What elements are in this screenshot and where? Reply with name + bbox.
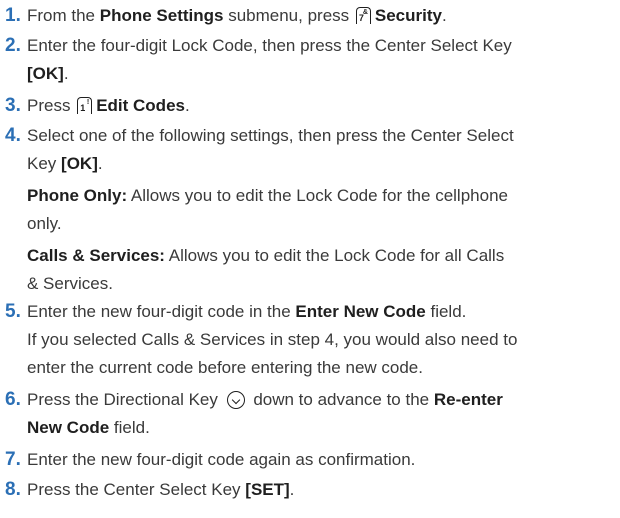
directional-key-down-icon: [226, 391, 245, 409]
option-phone-only-line-2: only.: [27, 214, 62, 233]
step-2-line-1: Enter the four-digit Lock Code, then pre…: [27, 36, 512, 55]
step-7: 7. Enter the new four-digit code again a…: [0, 446, 620, 474]
step-7-line-1: Enter the new four-digit code again as c…: [27, 450, 416, 469]
security-label: Security: [374, 6, 442, 25]
key-7-icon: & 7: [355, 7, 371, 24]
step-number: 3.: [5, 95, 21, 116]
step-number: 4.: [5, 125, 21, 146]
step-5: 5. Enter the new four-digit code in the …: [0, 298, 620, 382]
step-3-line-1: Press ! 1 Edit Codes.: [27, 96, 190, 115]
new-code-label: New Code: [27, 418, 110, 437]
step-6: 6. Press the Directional Key down to adv…: [0, 386, 620, 442]
step-6-line-1: Press the Directional Key down to advanc…: [27, 390, 503, 409]
ok-key-label: [OK]: [61, 154, 98, 173]
step-1: 1. From the Phone Settings submenu, pres…: [0, 2, 620, 30]
phone-only-label: Phone Only:: [27, 186, 128, 205]
step-number: 6.: [5, 389, 21, 410]
phone-settings-label: Phone Settings: [99, 6, 224, 25]
enter-new-code-label: Enter New Code: [295, 302, 426, 321]
step-number: 1.: [5, 5, 21, 26]
step-2: 2. Enter the four-digit Lock Code, then …: [0, 32, 620, 88]
step-3: 3. Press ! 1 Edit Codes.: [0, 92, 620, 120]
key-1-icon: ! 1: [77, 97, 93, 114]
edit-codes-label: Edit Codes: [96, 96, 185, 115]
step-2-line-2: [OK].: [27, 64, 69, 83]
option-calls-services-line-2: & Services.: [27, 274, 113, 293]
step-5-line-3: enter the current code before entering t…: [27, 358, 423, 377]
step-number: 8.: [5, 479, 21, 500]
re-enter-label: Re-enter: [433, 390, 503, 409]
step-4-line-1: Select one of the following settings, th…: [27, 126, 514, 145]
calls-services-label: Calls & Services:: [27, 246, 165, 265]
step-number: 7.: [5, 449, 21, 470]
set-key-label: [SET]: [245, 480, 290, 499]
step-4: 4. Select one of the following settings,…: [0, 122, 620, 298]
option-phone-only: Phone Only: Allows you to edit the Lock …: [27, 186, 508, 205]
instruction-page: 1. From the Phone Settings submenu, pres…: [0, 0, 620, 518]
step-number: 2.: [5, 35, 21, 56]
step-number: 5.: [5, 301, 21, 322]
step-5-line-2: If you selected Calls & Services in step…: [27, 330, 518, 349]
option-calls-services: Calls & Services: Allows you to edit the…: [27, 246, 505, 265]
step-8-line-1: Press the Center Select Key [SET].: [27, 480, 295, 499]
step-1-line-1: From the Phone Settings submenu, press &…: [27, 6, 447, 25]
step-4-line-2: Key [OK].: [27, 154, 103, 173]
ok-key-label: [OK]: [27, 64, 64, 83]
step-5-line-1: Enter the new four-digit code in the Ent…: [27, 302, 467, 321]
step-6-line-2: New Code field.: [27, 418, 150, 437]
step-8: 8. Press the Center Select Key [SET].: [0, 476, 620, 504]
